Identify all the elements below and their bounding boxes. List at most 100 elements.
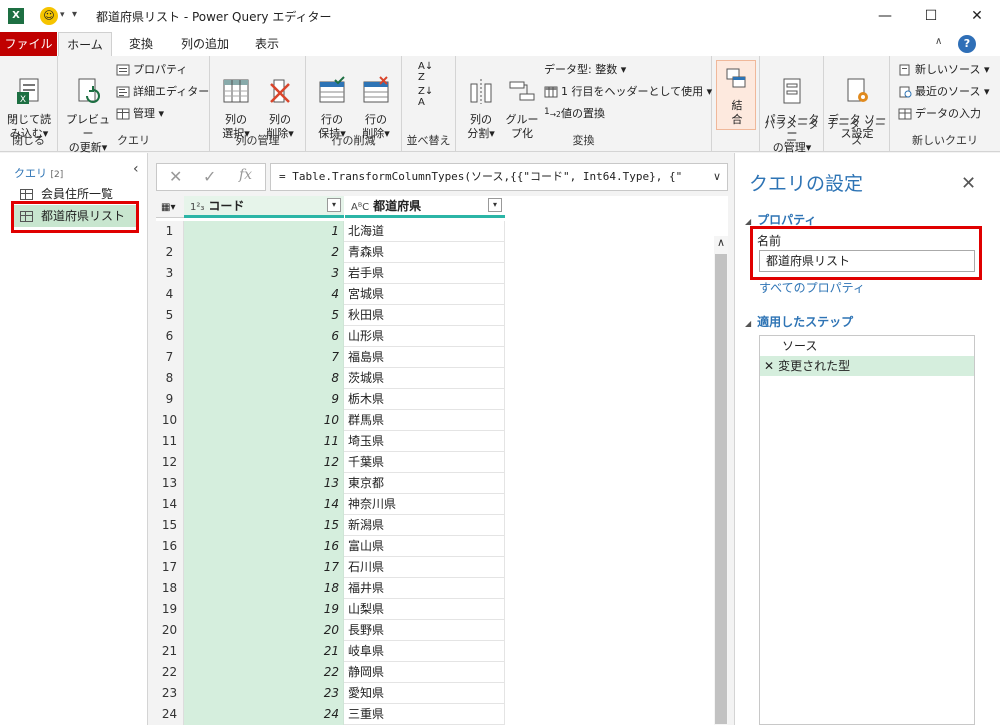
prefecture-cell[interactable]: 愛知県 [345,683,505,704]
table-row[interactable]: 18 18 福井県 [156,578,505,599]
table-row[interactable]: 17 17 石川県 [156,557,505,578]
table-row[interactable]: 1 1 北海道 [156,221,505,242]
code-cell[interactable]: 5 [184,305,344,326]
all-properties-link[interactable]: すべてのプロパティ [759,279,865,296]
confirm-formula-icon[interactable]: ✓ [203,167,216,186]
applied-steps-header[interactable]: ◢ 適用したステップ [745,313,853,330]
table-row[interactable]: 5 5 秋田県 [156,305,505,326]
prefecture-cell[interactable]: 東京都 [345,473,505,494]
table-row[interactable]: 10 10 群馬県 [156,410,505,431]
new-source-button[interactable]: 新しいソース ▾ [898,61,989,79]
table-row[interactable]: 12 12 千葉県 [156,452,505,473]
prefecture-cell[interactable]: 秋田県 [345,305,505,326]
code-cell[interactable]: 10 [184,410,344,431]
filter-dropdown-icon[interactable]: ▾ [327,198,341,212]
prefecture-cell[interactable]: 宮城県 [345,284,505,305]
row-number[interactable]: 17 [156,557,184,578]
close-settings-icon[interactable]: ✕ [961,173,976,194]
text-type-icon[interactable]: AᴮC [351,202,369,213]
code-cell[interactable]: 11 [184,431,344,452]
code-cell[interactable]: 21 [184,641,344,662]
row-number[interactable]: 12 [156,452,184,473]
keep-rows-button[interactable]: 行の 保持▾ [312,62,352,141]
prefecture-cell[interactable]: 北海道 [345,221,505,242]
row-number[interactable]: 13 [156,473,184,494]
cancel-formula-icon[interactable]: ✕ [169,167,182,186]
row-number[interactable]: 22 [156,662,184,683]
code-cell[interactable]: 17 [184,557,344,578]
table-row[interactable]: 14 14 神奈川県 [156,494,505,515]
maximize-button[interactable]: ☐ [908,0,954,32]
row-number[interactable]: 10 [156,410,184,431]
table-row[interactable]: 11 11 埼玉県 [156,431,505,452]
prefecture-cell[interactable]: 栃木県 [345,389,505,410]
enter-data-button[interactable]: データの入力 [898,105,981,123]
prefecture-cell[interactable]: 岐阜県 [345,641,505,662]
quick-access-customize-icon[interactable]: ▾ [72,9,77,20]
code-cell[interactable]: 8 [184,368,344,389]
tab-home[interactable]: ホーム [58,32,112,56]
table-row[interactable]: 20 20 長野県 [156,620,505,641]
code-cell[interactable]: 13 [184,473,344,494]
minimize-button[interactable]: — [862,0,908,32]
prefecture-cell[interactable]: 山形県 [345,326,505,347]
row-number[interactable]: 4 [156,284,184,305]
tab-add-column[interactable]: 列の追加 [170,32,240,56]
collapse-queries-icon[interactable]: ‹ [133,161,139,177]
code-cell[interactable]: 4 [184,284,344,305]
step-changed-type[interactable]: ✕ 変更された型 [760,356,974,376]
close-window-button[interactable]: ✕ [954,0,1000,32]
column-header-prefecture[interactable]: AᴮC 都道府県 ▾ [345,196,505,218]
prefecture-cell[interactable]: 群馬県 [345,410,505,431]
code-cell[interactable]: 9 [184,389,344,410]
tab-file[interactable]: ファイル [0,32,57,56]
properties-button[interactable]: プロパティ [116,61,187,79]
row-number[interactable]: 24 [156,704,184,725]
row-number[interactable]: 5 [156,305,184,326]
combine-button[interactable]: 結 合 [716,60,756,130]
prefecture-cell[interactable]: 青森県 [345,242,505,263]
code-cell[interactable]: 16 [184,536,344,557]
sort-descending-button[interactable]: Z↓ A [418,86,433,108]
scrollbar-thumb[interactable] [715,254,727,724]
scroll-up-icon[interactable]: ∧ [714,236,728,249]
table-row[interactable]: 24 24 三重県 [156,704,505,725]
integer-type-icon[interactable]: 1²₃ [190,202,204,213]
remove-rows-button[interactable]: 行の 削除▾ [356,62,396,141]
row-number[interactable]: 15 [156,515,184,536]
row-number[interactable]: 23 [156,683,184,704]
prefecture-cell[interactable]: 岩手県 [345,263,505,284]
remove-columns-button[interactable]: 列の 削除▾ [260,62,300,141]
prefecture-cell[interactable]: 茨城県 [345,368,505,389]
row-number[interactable]: 19 [156,599,184,620]
table-menu-button[interactable]: ▦▾ [156,196,184,218]
smiley-dropdown-icon[interactable]: ▾ [60,10,65,20]
split-column-button[interactable]: 列の 分割▾ [460,62,502,141]
table-row[interactable]: 13 13 東京都 [156,473,505,494]
prefecture-cell[interactable]: 千葉県 [345,452,505,473]
row-number[interactable]: 9 [156,389,184,410]
row-number[interactable]: 2 [156,242,184,263]
code-cell[interactable]: 24 [184,704,344,725]
filter-dropdown-icon[interactable]: ▾ [488,198,502,212]
code-cell[interactable]: 14 [184,494,344,515]
recent-sources-button[interactable]: 最近のソース ▾ [898,83,989,101]
delete-step-icon[interactable]: ✕ [764,359,774,373]
table-row[interactable]: 22 22 静岡県 [156,662,505,683]
row-number[interactable]: 11 [156,431,184,452]
row-number[interactable]: 7 [156,347,184,368]
prefecture-cell[interactable]: 山梨県 [345,599,505,620]
prefecture-cell[interactable]: 長野県 [345,620,505,641]
code-cell[interactable]: 3 [184,263,344,284]
row-number[interactable]: 6 [156,326,184,347]
code-cell[interactable]: 19 [184,599,344,620]
code-cell[interactable]: 22 [184,662,344,683]
table-row[interactable]: 23 23 愛知県 [156,683,505,704]
row-number[interactable]: 8 [156,368,184,389]
table-row[interactable]: 21 21 岐阜県 [156,641,505,662]
prefecture-cell[interactable]: 新潟県 [345,515,505,536]
prefecture-cell[interactable]: 静岡県 [345,662,505,683]
code-cell[interactable]: 15 [184,515,344,536]
row-number[interactable]: 3 [156,263,184,284]
sort-ascending-button[interactable]: A↓ Z [418,61,433,83]
